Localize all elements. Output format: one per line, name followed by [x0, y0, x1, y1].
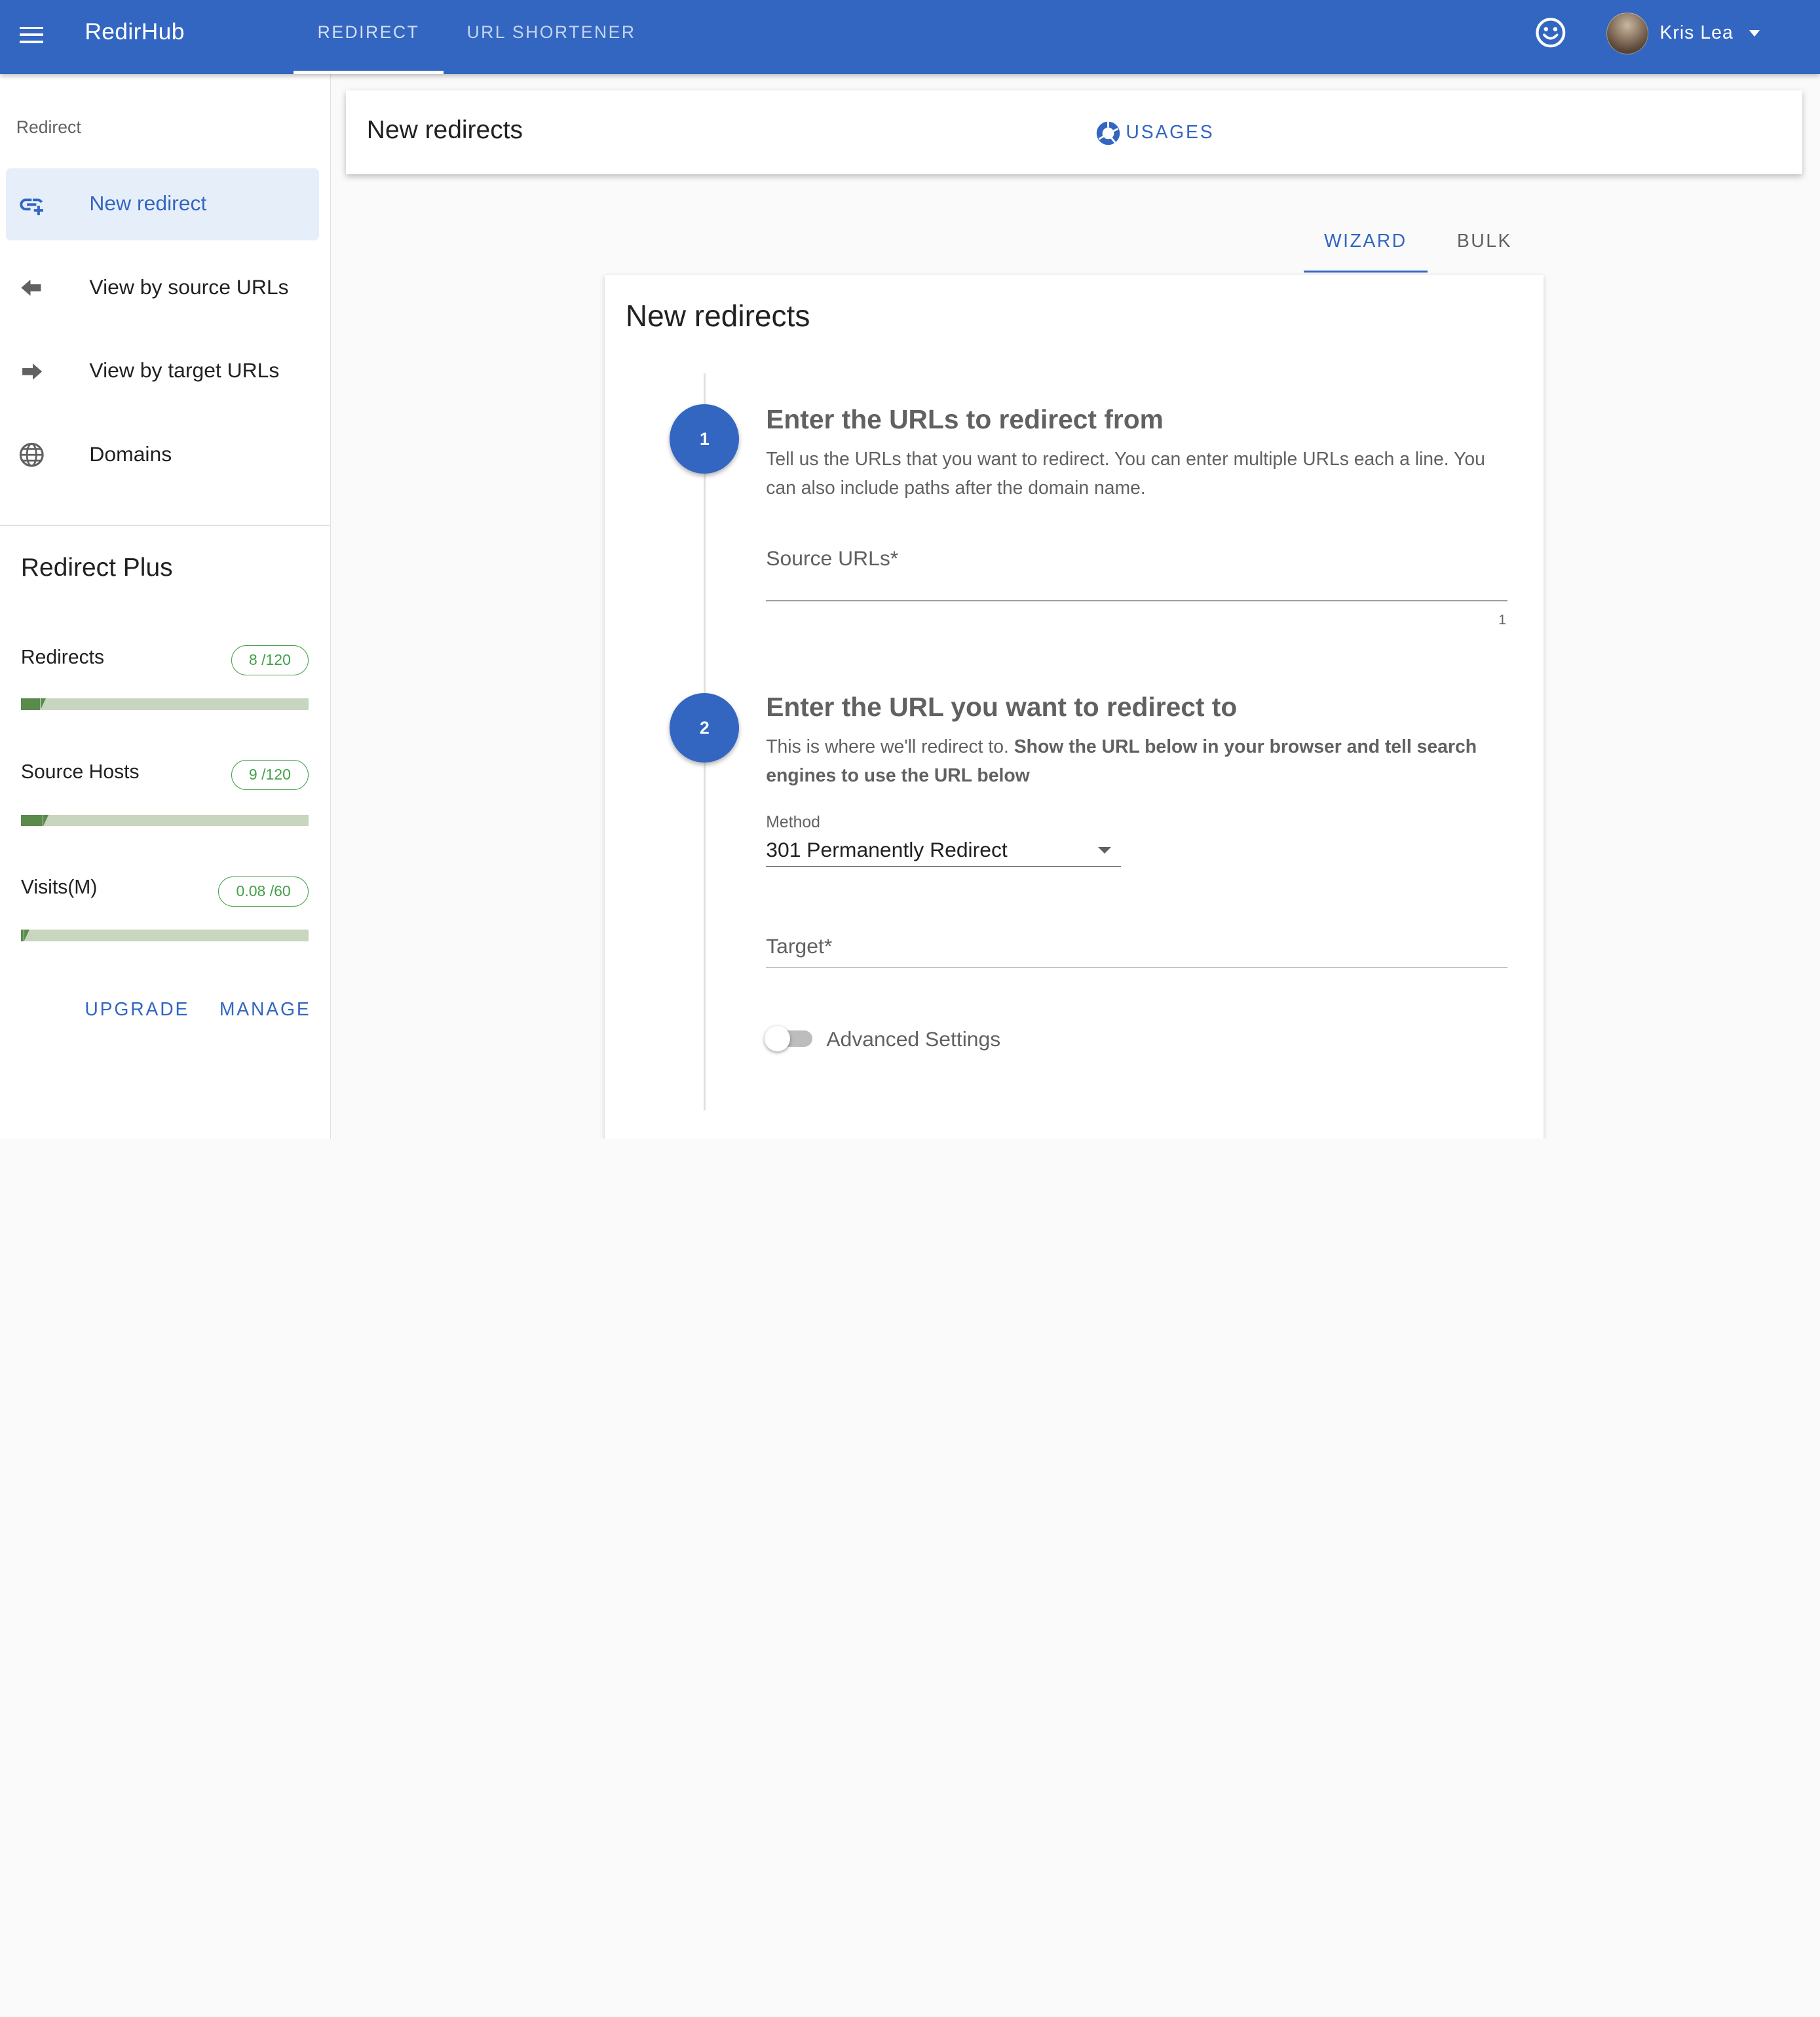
page-title: New redirects — [366, 116, 523, 145]
tab-wizard[interactable]: WIZARD — [1303, 215, 1428, 273]
target-underline — [766, 966, 1508, 968]
nav-tab-redirect[interactable]: REDIRECT — [294, 0, 444, 75]
redirect-plus-title: Redirect Plus — [20, 554, 173, 582]
advanced-settings-label: Advanced Settings — [826, 1027, 1001, 1051]
usages-label: USAGES — [1126, 122, 1215, 143]
step-1-description: Tell us the URLs that you want to redire… — [766, 448, 1485, 499]
nav-tab-url-shortener[interactable]: URL SHORTENER — [444, 0, 660, 74]
user-name[interactable]: Kris Lea — [1659, 22, 1733, 44]
step-2-title: Enter the URL you want to redirect to — [766, 691, 1238, 722]
progress-fill — [20, 698, 46, 711]
arrow-left-icon — [20, 279, 41, 296]
step-1-title: Enter the URLs to redirect from — [766, 404, 1164, 434]
progress-bar-visits — [20, 930, 309, 941]
wizard-card: New redirects 1 Enter the URLs to redire… — [605, 274, 1544, 1139]
method-label: Method — [766, 813, 820, 831]
step-2-description: This is where we'll redirect to. Show th… — [766, 732, 1509, 791]
feedback-smiley-icon[interactable] — [1534, 16, 1567, 49]
sidebar-item-new-redirect[interactable]: New redirect — [5, 168, 320, 240]
sidebar-item-view-by-source[interactable]: View by source URLs — [6, 252, 319, 324]
method-chevron-down-icon[interactable] — [1097, 847, 1111, 854]
globe-icon — [19, 443, 44, 467]
sidebar-item-view-by-target[interactable]: View by target URLs — [6, 335, 319, 407]
metric-label-redirects: Redirects — [20, 646, 105, 668]
metric-label-source-hosts: Source Hosts — [20, 761, 140, 783]
menu-icon[interactable] — [16, 18, 49, 51]
method-underline — [766, 865, 1122, 867]
sidebar: Redirect New redirect View by source URL… — [0, 74, 331, 1139]
add-link-icon — [19, 198, 43, 215]
source-urls-field[interactable]: Source URLs* — [766, 546, 898, 571]
top-app-bar: RedirHub REDIRECT URL SHORTENER Kris Lea — [0, 0, 1820, 75]
step-2-badge: 2 — [670, 692, 740, 763]
sidebar-item-label: Domains — [89, 442, 172, 466]
step-1-badge: 1 — [670, 404, 740, 474]
source-urls-counter: 1 — [1498, 611, 1506, 628]
metric-chip-source-hosts: 9 /120 — [231, 760, 309, 791]
step-2-description-plain: This is where we'll redirect to. — [766, 736, 1009, 757]
upgrade-button[interactable]: UPGRADE — [85, 999, 189, 1021]
tab-bulk[interactable]: BULK — [1428, 215, 1542, 273]
user-menu-chevron-down-icon[interactable] — [1749, 30, 1760, 37]
sidebar-header: Redirect — [16, 117, 81, 137]
arrow-right-icon — [22, 363, 42, 380]
target-field[interactable]: Target* — [766, 934, 832, 958]
sidebar-item-label: New redirect — [89, 191, 207, 216]
progress-bar-redirects — [20, 698, 309, 711]
metric-label-visits: Visits(M) — [20, 876, 98, 898]
progress-fill — [20, 814, 48, 827]
brand-title: RedirHub — [85, 18, 185, 45]
source-urls-underline — [766, 599, 1508, 601]
donut-chart-icon — [1097, 121, 1120, 145]
avatar[interactable] — [1606, 12, 1648, 55]
metric-chip-visits: 0.08 /60 — [218, 876, 309, 907]
progress-bar-source-hosts — [20, 814, 309, 827]
sidebar-item-label: View by source URLs — [89, 274, 289, 299]
manage-button[interactable]: MANAGE — [219, 999, 311, 1021]
app-root: RedirHub REDIRECT URL SHORTENER Kris Lea… — [0, 0, 1820, 1139]
page-header: New redirects USAGES — [345, 90, 1803, 174]
sidebar-divider — [0, 524, 330, 526]
sidebar-item-domains[interactable]: Domains — [6, 419, 319, 491]
sidebar-item-label: View by target URLs — [89, 358, 280, 383]
advanced-settings-toggle[interactable] — [765, 1026, 791, 1052]
method-select[interactable]: 301 Permanently Redirect — [766, 838, 1008, 862]
metric-chip-redirects: 8 /120 — [231, 645, 309, 676]
progress-fill — [20, 930, 32, 941]
card-title: New redirects — [625, 299, 810, 333]
